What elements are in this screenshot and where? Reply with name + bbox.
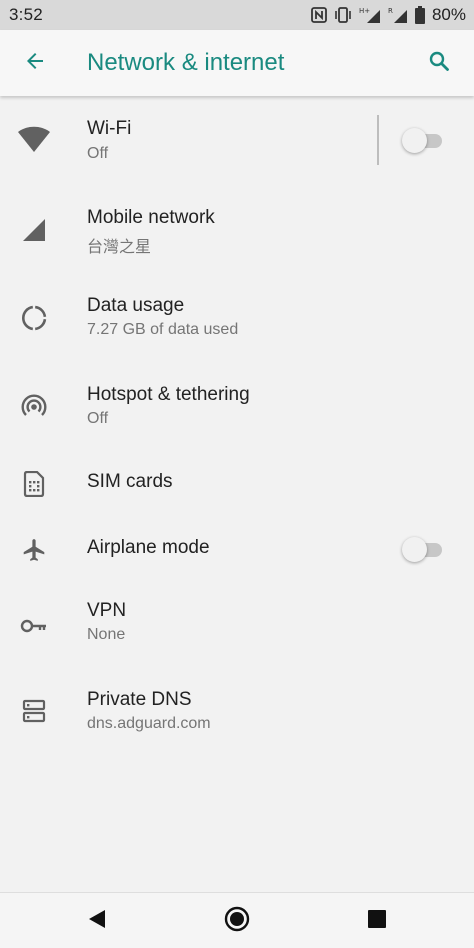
nav-recents-icon bbox=[367, 909, 387, 934]
app-bar: Network & internet bbox=[0, 30, 474, 96]
back-button[interactable] bbox=[12, 40, 58, 86]
setting-subtitle: 台灣之星 bbox=[87, 239, 152, 256]
toggle-thumb bbox=[402, 128, 427, 153]
setting-row-private-dns[interactable]: Private DNS dns.adguard.com bbox=[0, 672, 474, 761]
nav-back-button[interactable] bbox=[79, 903, 115, 939]
nfc-icon bbox=[311, 7, 327, 23]
navigation-bar bbox=[0, 892, 474, 948]
vpn-key-icon bbox=[14, 606, 54, 646]
toggle-divider bbox=[377, 115, 379, 165]
setting-subtitle: Off bbox=[87, 410, 109, 427]
setting-title: Private DNS bbox=[87, 689, 192, 710]
setting-title: SIM cards bbox=[87, 471, 173, 492]
setting-row-hotspot[interactable]: Hotspot & tethering Off bbox=[0, 363, 474, 452]
nav-home-button[interactable] bbox=[219, 903, 255, 939]
android-settings-screen: 3:52 H+ R 80% Network & internet Wi‑Fi O… bbox=[0, 0, 474, 948]
setting-row-sim-cards[interactable]: SIM cards bbox=[0, 452, 474, 517]
nav-back-icon bbox=[87, 909, 107, 934]
search-icon bbox=[427, 49, 451, 78]
arrow-back-icon bbox=[23, 49, 47, 78]
sim-card-icon bbox=[14, 464, 54, 504]
battery-level: 80% bbox=[431, 5, 466, 24]
setting-row-vpn[interactable]: VPN None bbox=[0, 583, 474, 672]
status-time: 3:52 bbox=[9, 5, 43, 24]
toggle-thumb bbox=[402, 537, 427, 562]
search-button[interactable] bbox=[416, 40, 462, 86]
setting-title: Hotspot & tethering bbox=[87, 384, 250, 405]
airplane-icon bbox=[14, 530, 54, 570]
nav-home-icon bbox=[224, 906, 250, 937]
setting-subtitle: Off bbox=[87, 145, 109, 162]
setting-title: VPN bbox=[87, 600, 127, 621]
battery-icon bbox=[414, 6, 425, 24]
dns-icon bbox=[14, 691, 54, 731]
setting-title: Airplane mode bbox=[87, 537, 210, 558]
signal-roaming-icon: R bbox=[388, 6, 408, 24]
setting-row-data-usage[interactable]: Data usage 7.27 GB of data used bbox=[0, 274, 474, 363]
setting-subtitle: 7.27 GB of data used bbox=[87, 321, 239, 338]
setting-row-mobile-network[interactable]: Mobile network 台灣之星 bbox=[0, 185, 474, 274]
signal-hplus-icon: H+ bbox=[359, 6, 381, 24]
setting-row-wifi[interactable]: Wi‑Fi Off bbox=[0, 96, 474, 185]
airplane-mode-toggle[interactable] bbox=[402, 537, 442, 563]
cell-signal-icon bbox=[14, 210, 54, 250]
setting-subtitle: dns.adguard.com bbox=[87, 715, 211, 732]
setting-title: Wi‑Fi bbox=[87, 118, 132, 139]
vibrate-icon bbox=[334, 7, 352, 23]
page-title: Network & internet bbox=[87, 49, 285, 76]
status-bar: 3:52 H+ R 80% bbox=[0, 0, 474, 30]
wifi-toggle[interactable] bbox=[402, 128, 442, 154]
svg-text:H+: H+ bbox=[359, 7, 370, 15]
wifi-icon bbox=[14, 120, 54, 160]
setting-row-airplane-mode[interactable]: Airplane mode bbox=[0, 517, 474, 583]
svg-text:R: R bbox=[388, 7, 393, 15]
data-usage-icon bbox=[14, 298, 54, 338]
setting-title: Mobile network bbox=[87, 207, 215, 228]
setting-subtitle: None bbox=[87, 626, 126, 643]
status-icons: H+ R 80% bbox=[311, 5, 466, 25]
nav-recents-button[interactable] bbox=[359, 903, 395, 939]
setting-title: Data usage bbox=[87, 295, 185, 316]
hotspot-icon bbox=[14, 387, 54, 427]
